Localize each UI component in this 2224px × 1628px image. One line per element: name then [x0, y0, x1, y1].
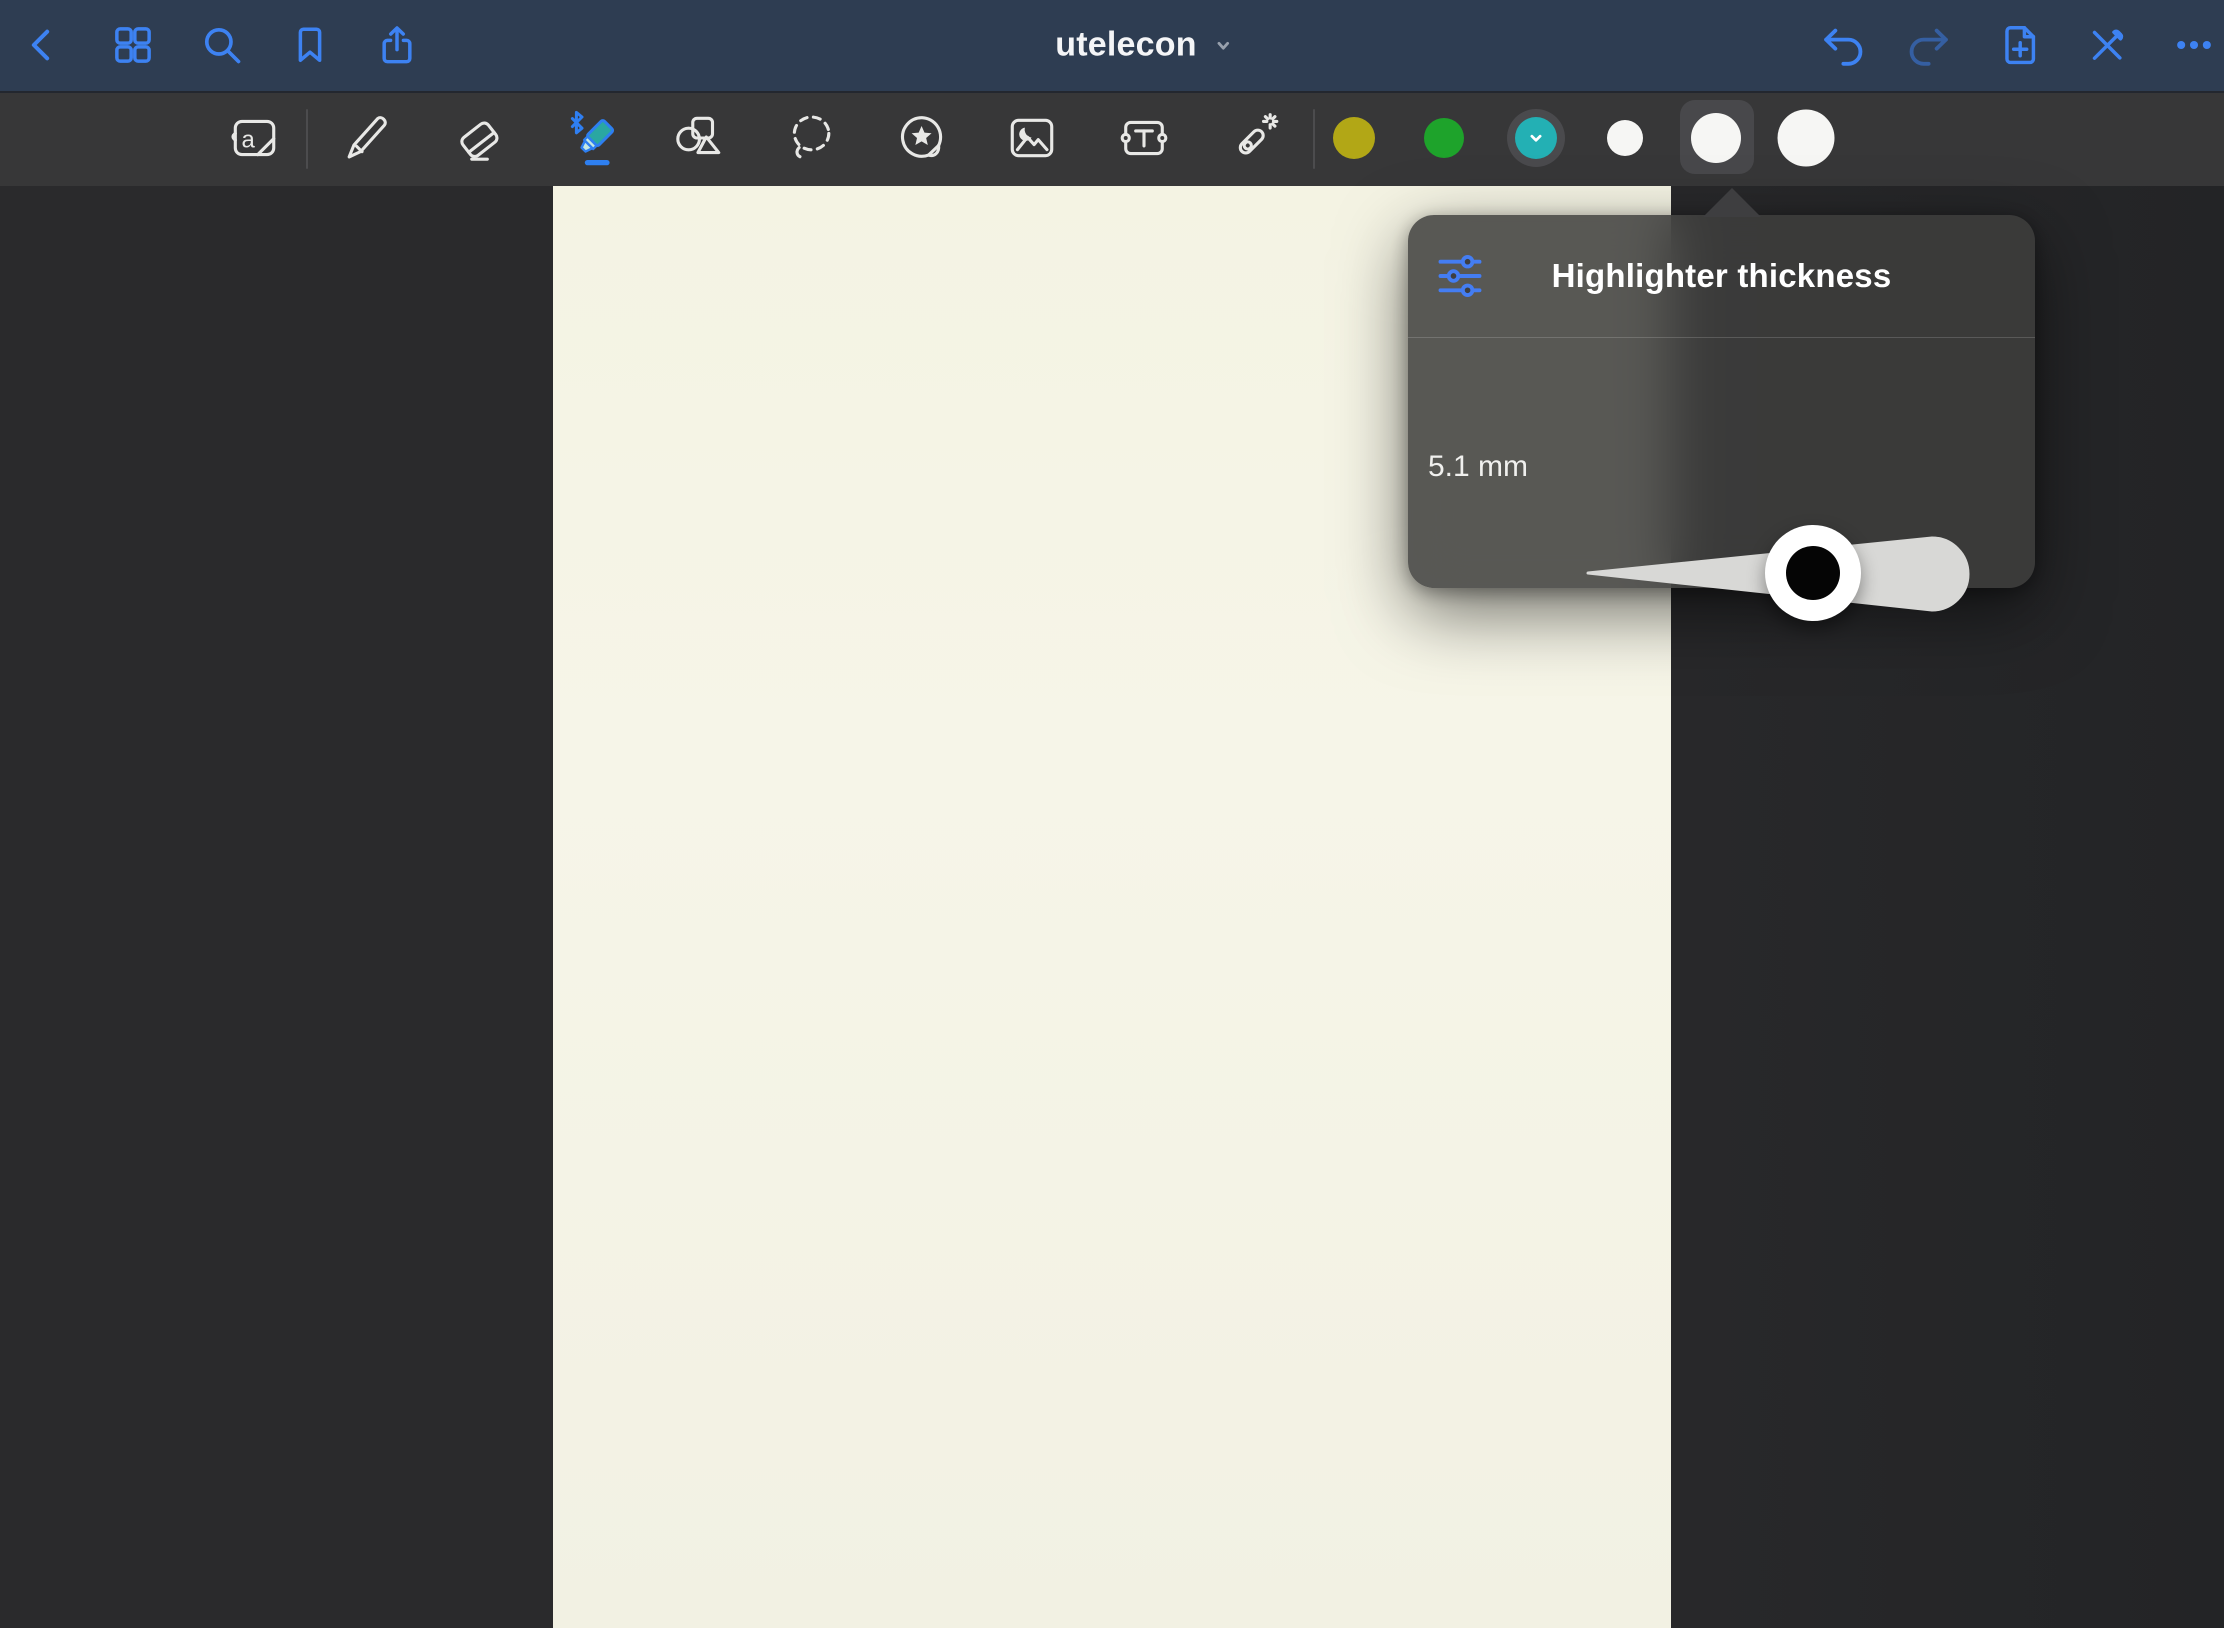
lasso-tool[interactable] — [785, 111, 839, 165]
more-icon[interactable] — [2172, 23, 2216, 67]
shapes-tool[interactable] — [672, 111, 726, 165]
search-icon[interactable] — [200, 23, 244, 67]
page-thumbnails-icon[interactable] — [111, 23, 155, 67]
add-page-icon[interactable] — [1997, 22, 2043, 68]
tool-bar: a — [0, 91, 2224, 186]
thickness-preview-dot — [1786, 546, 1840, 600]
zoom-window-tool[interactable]: a — [227, 111, 281, 165]
redo-icon[interactable] — [1906, 22, 1952, 68]
sliders-icon — [1434, 250, 1486, 302]
navigation-bar: utelecon — [0, 0, 2224, 91]
color-swatch-teal-selected[interactable] — [1507, 109, 1565, 167]
undo-icon[interactable] — [1820, 22, 1866, 68]
document-title: utelecon — [1055, 26, 1196, 65]
thickness-value: 5.1 mm — [1428, 450, 1558, 484]
thickness-large[interactable] — [1778, 110, 1835, 167]
thickness-slider-row: 5.1 mm — [1408, 338, 2035, 588]
popover-title: Highlighter thickness — [1408, 257, 2035, 295]
stickers-tool[interactable] — [895, 111, 949, 165]
highlighter-tool-selected[interactable] — [560, 108, 620, 168]
document-title-button[interactable]: utelecon — [1055, 26, 1236, 65]
text-tool[interactable] — [1117, 111, 1171, 165]
thickness-medium-selected[interactable] — [1691, 113, 1741, 163]
toolbar-divider — [1313, 109, 1315, 169]
highlighter-thickness-popover: Highlighter thickness 5.1 mm — [1408, 215, 2035, 588]
sparkle — [1264, 115, 1277, 128]
share-icon[interactable] — [375, 23, 419, 67]
bluetooth-icon — [572, 112, 582, 132]
thickness-small[interactable] — [1607, 120, 1643, 156]
thickness-slider-thumb[interactable] — [1765, 525, 1861, 621]
laser-pointer-tool[interactable] — [1228, 111, 1282, 165]
color-swatch-green[interactable] — [1424, 118, 1464, 158]
stylus-toggle-icon[interactable] — [2085, 23, 2129, 67]
bookmark-icon[interactable] — [289, 24, 331, 66]
image-tool[interactable] — [1005, 111, 1059, 165]
back-icon[interactable] — [23, 25, 63, 65]
color-swatch-yellow[interactable] — [1333, 117, 1375, 159]
popover-caret — [1703, 188, 1761, 217]
eraser-tool[interactable] — [452, 111, 506, 165]
svg-text:a: a — [242, 127, 256, 154]
toolbar-divider — [306, 109, 308, 169]
app-window: utelecon — [0, 0, 2224, 1628]
chevron-down-icon — [1525, 127, 1547, 149]
popover-header: Highlighter thickness — [1408, 215, 2035, 337]
pen-tool[interactable] — [340, 111, 394, 165]
chevron-down-icon — [1211, 33, 1237, 64]
